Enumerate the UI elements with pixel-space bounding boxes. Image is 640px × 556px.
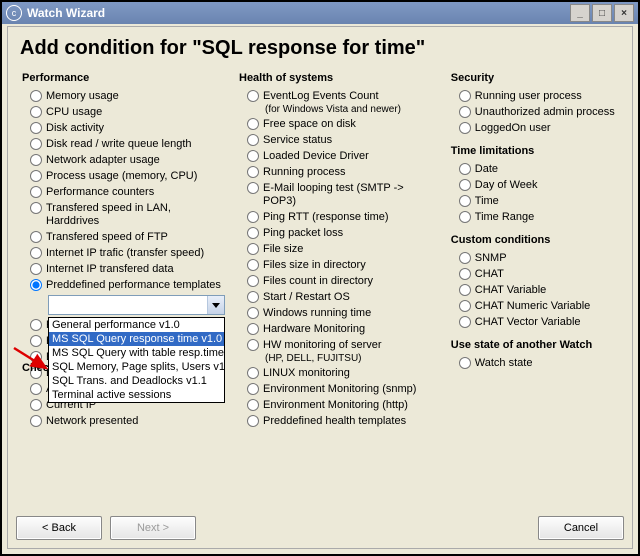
chevron-down-icon[interactable] bbox=[207, 296, 224, 314]
page-title: Add condition for "SQL response for time… bbox=[20, 37, 622, 60]
opt-free-space[interactable]: Free space on disk bbox=[247, 118, 437, 131]
opt-ip-trafic[interactable]: Internet IP trafic (transfer speed) bbox=[30, 247, 225, 260]
opt-email-looping[interactable]: E-Mail looping test (SMTP -> POP3) bbox=[247, 182, 437, 208]
opt-disk-activity[interactable]: Disk activity bbox=[30, 122, 225, 135]
back-button[interactable]: < Back bbox=[16, 516, 102, 540]
opt-ping-loss[interactable]: Ping packet loss bbox=[247, 227, 437, 240]
opt-tl-dow[interactable]: Day of Week bbox=[459, 179, 620, 192]
opt-disk-rw-queue[interactable]: Disk read / write queue length bbox=[30, 138, 225, 151]
opt-process-usage[interactable]: Process usage (memory, CPU) bbox=[30, 170, 225, 183]
opt-hw-server-monitoring[interactable]: HW monitoring of server bbox=[247, 339, 437, 352]
group-security-title: Security bbox=[451, 72, 620, 84]
opt-running-process[interactable]: Running process bbox=[247, 166, 437, 179]
column-health: Health of systems EventLog Events Count … bbox=[231, 72, 443, 431]
group-time-title: Time limitations bbox=[451, 145, 620, 157]
next-button[interactable]: Next > bbox=[110, 516, 196, 540]
opt-env-http[interactable]: Environment Monitoring (http) bbox=[247, 399, 437, 412]
opt-service-status[interactable]: Service status bbox=[247, 134, 437, 147]
opt-files-count[interactable]: Files count in directory bbox=[247, 275, 437, 288]
content-panel: Add condition for "SQL response for time… bbox=[7, 26, 633, 549]
opt-unauth-admin-proc[interactable]: Unauthorized admin process bbox=[459, 106, 620, 119]
opt-env-snmp[interactable]: Environment Monitoring (snmp) bbox=[247, 383, 437, 396]
opt-tl-range[interactable]: Time Range bbox=[459, 211, 620, 224]
opt-loggedon-user[interactable]: LoggedOn user bbox=[459, 122, 620, 135]
opt-hw-monitoring[interactable]: Hardware Monitoring bbox=[247, 323, 437, 336]
annotation-arrow-icon bbox=[12, 346, 52, 376]
window-title: Watch Wizard bbox=[27, 6, 570, 20]
minimize-button[interactable]: _ bbox=[570, 4, 590, 22]
ditem-mssql-response[interactable]: MS SQL Query response time v1.0 bbox=[49, 332, 224, 346]
opt-tl-date[interactable]: Date bbox=[459, 163, 620, 176]
templates-dropdown-list: General performance v1.0 MS SQL Query re… bbox=[48, 317, 225, 403]
group-health-title: Health of systems bbox=[239, 72, 437, 84]
opt-loaded-driver[interactable]: Loaded Device Driver bbox=[247, 150, 437, 163]
close-button[interactable]: × bbox=[614, 4, 634, 22]
titlebar: c Watch Wizard _ □ × bbox=[2, 2, 638, 24]
column-right: Security Running user process Unauthoriz… bbox=[443, 72, 626, 431]
window: c Watch Wizard _ □ × Add condition for "… bbox=[0, 0, 640, 556]
opt-ip-transfered[interactable]: Internet IP transfered data bbox=[30, 263, 225, 276]
opt-network-presented[interactable]: Network presented bbox=[30, 415, 225, 428]
opt-preddefined-templates[interactable]: Preddefined performance templates bbox=[30, 279, 225, 292]
column-performance: Performance Memory usage CPU usage Disk … bbox=[14, 72, 231, 431]
ditem-terminal-sessions[interactable]: Terminal active sessions bbox=[49, 388, 224, 402]
hw-server-sub: (HP, DELL, FUJITSU) bbox=[265, 353, 437, 364]
opt-ftp-speed[interactable]: Transfered speed of FTP bbox=[30, 231, 225, 244]
ditem-general[interactable]: General performance v1.0 bbox=[49, 318, 224, 332]
opt-file-size[interactable]: File size bbox=[247, 243, 437, 256]
footer: < Back Next > Cancel bbox=[16, 516, 624, 540]
opt-start-restart-os[interactable]: Start / Restart OS bbox=[247, 291, 437, 304]
cancel-button[interactable]: Cancel bbox=[538, 516, 624, 540]
opt-chat-num-var[interactable]: CHAT Numeric Variable bbox=[459, 300, 620, 313]
opt-ping-rtt[interactable]: Ping RTT (response time) bbox=[247, 211, 437, 224]
opt-lan-speed[interactable]: Transfered speed in LAN, Harddrives bbox=[30, 202, 225, 228]
group-usewatch-title: Use state of another Watch bbox=[451, 339, 620, 351]
opt-cpu-usage[interactable]: CPU usage bbox=[30, 106, 225, 119]
opt-chat-vec-var[interactable]: CHAT Vector Variable bbox=[459, 316, 620, 329]
opt-eventlog-count[interactable]: EventLog Events Count bbox=[247, 90, 437, 103]
opt-perf-counters[interactable]: Performance counters bbox=[30, 186, 225, 199]
templates-combo[interactable] bbox=[48, 295, 225, 315]
opt-network-adapter[interactable]: Network adapter usage bbox=[30, 154, 225, 167]
eventlog-sub: (for Windows Vista and newer) bbox=[265, 104, 437, 115]
ditem-sql-trans[interactable]: SQL Trans. and Deadlocks v1.1 bbox=[49, 374, 224, 388]
opt-running-user-proc[interactable]: Running user process bbox=[459, 90, 620, 103]
ditem-mssql-table-resp[interactable]: MS SQL Query with table resp.time v1.0 bbox=[49, 346, 224, 360]
opt-files-in-dir[interactable]: Files size in directory bbox=[247, 259, 437, 272]
opt-tl-time[interactable]: Time bbox=[459, 195, 620, 208]
opt-win-running-time[interactable]: Windows running time bbox=[247, 307, 437, 320]
opt-chat-var[interactable]: CHAT Variable bbox=[459, 284, 620, 297]
maximize-button[interactable]: □ bbox=[592, 4, 612, 22]
opt-memory-usage[interactable]: Memory usage bbox=[30, 90, 225, 103]
group-performance-title: Performance bbox=[22, 72, 225, 84]
opt-watch-state[interactable]: Watch state bbox=[459, 357, 620, 370]
opt-health-templates[interactable]: Preddefined health templates bbox=[247, 415, 437, 428]
opt-snmp[interactable]: SNMP bbox=[459, 252, 620, 265]
ditem-sql-memory[interactable]: SQL Memory, Page splits, Users v1.1 bbox=[49, 360, 224, 374]
opt-chat[interactable]: CHAT bbox=[459, 268, 620, 281]
opt-linux-monitoring[interactable]: LINUX monitoring bbox=[247, 367, 437, 380]
group-custom-title: Custom conditions bbox=[451, 234, 620, 246]
app-icon: c bbox=[6, 5, 22, 21]
